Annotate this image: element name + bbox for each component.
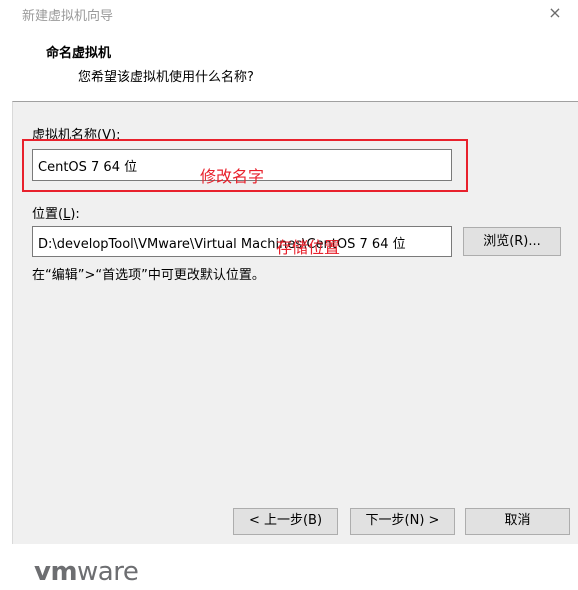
wizard-header: 命名虚拟机 您希望该虚拟机使用什么名称? [12,28,578,100]
browse-button[interactable]: 浏览(R)... [463,227,561,256]
title-bar: 新建虚拟机向导 × [0,0,578,28]
vm-name-label-text: 虚拟机名称 [32,128,98,143]
location-accel: L [63,207,71,222]
window-title: 新建虚拟机向导 [22,9,114,24]
location-hint: 在“编辑”>“首选项”中可更改默认位置。 [32,268,265,283]
page-subheading: 您希望该虚拟机使用什么名称? [78,70,254,85]
cancel-button[interactable]: 取消 [465,508,570,535]
logo-vm-text: vm [34,557,78,587]
location-label: 位置(L): [32,207,80,222]
next-button[interactable]: 下一步(N) > [350,508,455,535]
page-heading: 命名虚拟机 [46,46,112,61]
vmware-logo: vmware [34,557,139,587]
wizard-footer: vmware [12,544,578,590]
vm-name-input[interactable]: CentOS 7 64 位 [32,149,452,181]
wizard-content: 虚拟机名称(V): CentOS 7 64 位 修改名字 位置(L): D:\d… [12,101,578,544]
vm-name-accel: V [102,128,111,143]
location-input[interactable]: D:\developTool\VMware\Virtual Machines\C… [32,226,452,257]
logo-ware-text: ware [77,557,139,587]
vm-name-label: 虚拟机名称(V): [32,128,121,143]
close-icon[interactable]: × [546,4,564,22]
back-button[interactable]: < 上一步(B) [233,508,338,535]
location-label-text: 位置 [32,207,59,222]
new-vm-wizard-window: 新建虚拟机向导 × 命名虚拟机 您希望该虚拟机使用什么名称? 虚拟机名称(V):… [0,0,578,590]
